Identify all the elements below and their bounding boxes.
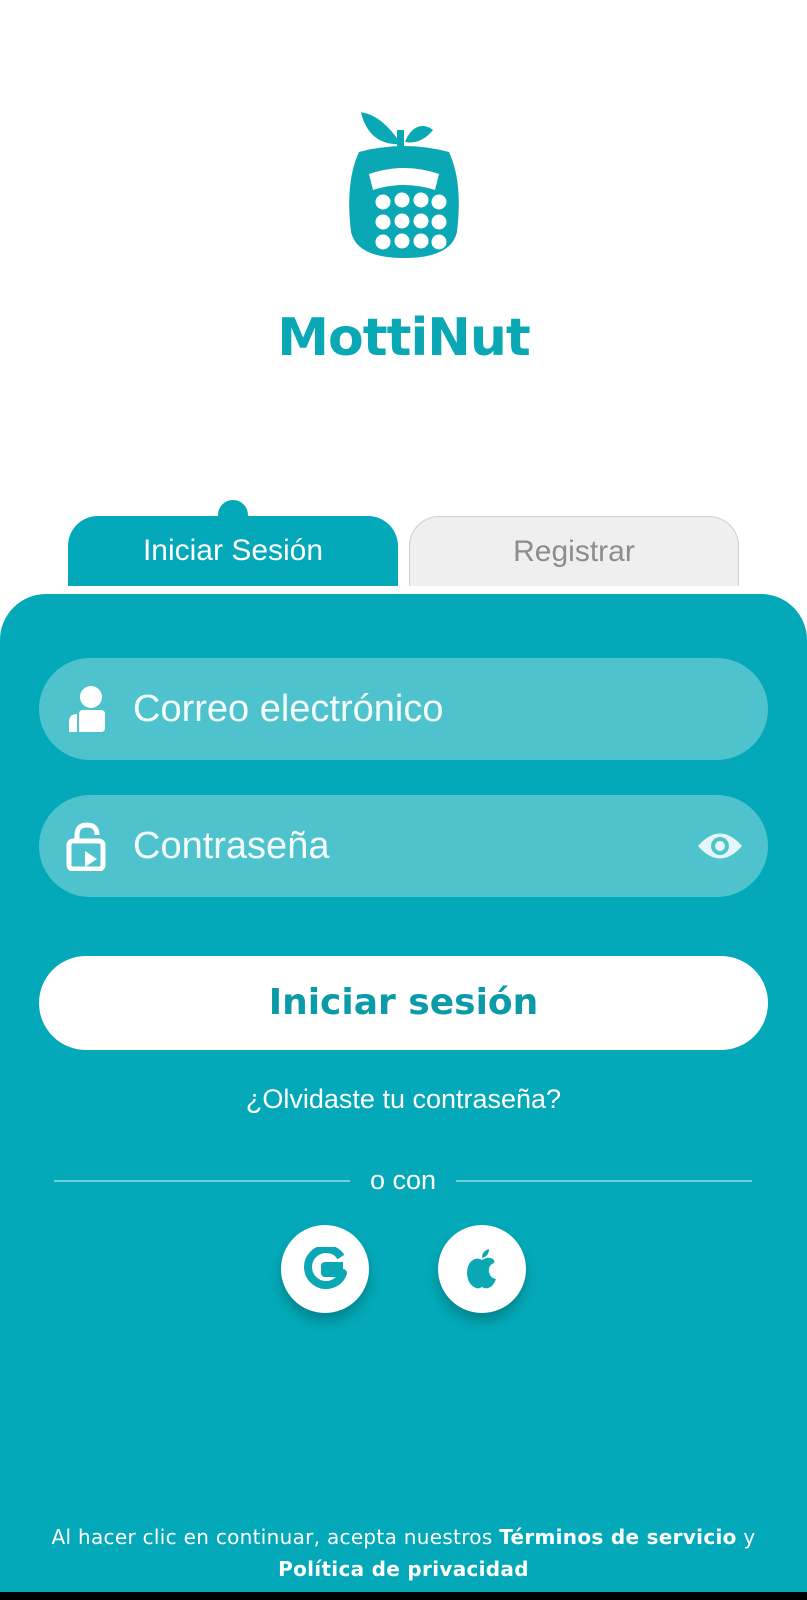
apple-icon [467, 1249, 496, 1289]
email-input[interactable] [133, 658, 693, 760]
password-field[interactable] [39, 795, 768, 897]
privacy-link[interactable]: Política de privacidad [278, 1557, 529, 1581]
email-field[interactable] [39, 658, 768, 760]
divider-line-right [456, 1180, 752, 1182]
user-icon [69, 686, 105, 732]
apple-login-button[interactable] [438, 1225, 526, 1313]
tab-login[interactable]: Iniciar Sesión [68, 516, 398, 586]
forgot-password-link[interactable]: ¿Olvidaste tu contraseña? [0, 1084, 807, 1115]
eye-icon[interactable] [696, 827, 744, 865]
google-login-button[interactable] [281, 1225, 369, 1313]
google-icon [304, 1247, 347, 1289]
app-title: MottiNut [277, 308, 530, 368]
legal-joiner: y [736, 1525, 756, 1549]
tab-register[interactable]: Registrar [409, 516, 739, 586]
lock-icon [66, 822, 106, 871]
system-bottom-bar [0, 1592, 807, 1600]
legal-notice: Al hacer clic en continuar, acepta nuest… [40, 1521, 767, 1585]
terms-link[interactable]: Términos de servicio [499, 1525, 736, 1549]
password-input[interactable] [133, 795, 693, 897]
legal-prefix: Al hacer clic en continuar, acepta nuest… [51, 1525, 500, 1549]
divider-line-left [54, 1180, 350, 1182]
app-logo-icon [349, 112, 459, 258]
login-button[interactable]: Iniciar sesión [39, 956, 768, 1050]
divider-label: o con [369, 1165, 437, 1195]
